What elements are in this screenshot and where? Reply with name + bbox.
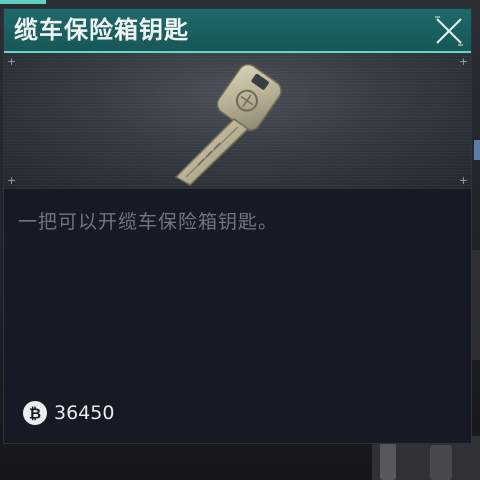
price-row: ₿ 36450	[22, 399, 114, 427]
svg-text:₿: ₿	[29, 405, 41, 423]
item-image-area: + + + +	[4, 53, 471, 189]
background-object	[380, 440, 396, 480]
close-icon	[435, 16, 463, 46]
bitcoin-coin-icon: ₿	[23, 401, 47, 425]
close-button[interactable]	[431, 13, 467, 49]
background-edge	[474, 140, 480, 160]
item-tooltip: 缆车保险箱钥匙 + + + + 一把可以开缆车保险箱钥匙。 ₿ 36450	[3, 8, 472, 444]
item-description: 一把可以开缆车保险箱钥匙。	[18, 211, 279, 233]
corner-mark-icon: +	[458, 55, 468, 68]
corner-mark-icon: +	[7, 174, 17, 187]
corner-mark-icon: +	[458, 174, 468, 187]
key-icon	[174, 63, 282, 186]
background-accent-bar	[0, 0, 46, 4]
title-bar: 缆车保险箱钥匙	[4, 9, 471, 53]
corner-mark-icon: +	[7, 55, 17, 68]
price-value: 36450	[54, 402, 115, 424]
item-title: 缆车保险箱钥匙	[14, 16, 189, 44]
background-object	[430, 445, 452, 480]
